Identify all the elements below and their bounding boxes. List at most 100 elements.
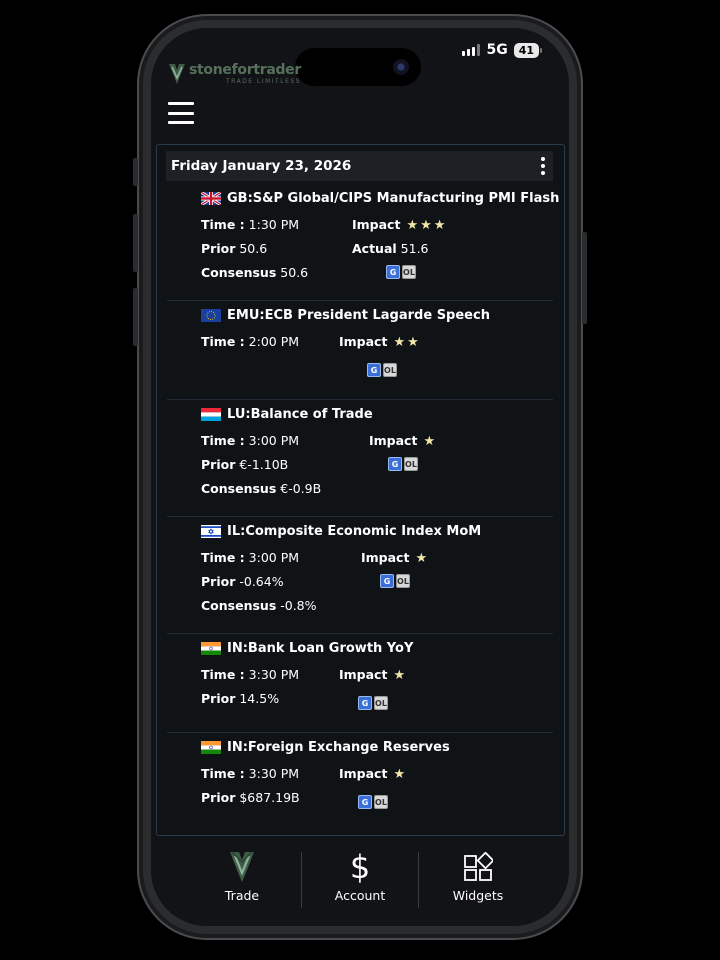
outlook-calendar-icon[interactable]: OL (402, 265, 416, 279)
event-title: GB:S&P Global/CIPS Manufacturing PMI Fla… (227, 191, 560, 206)
phone-power-button (582, 232, 587, 324)
impact-stars-icon: ★ (393, 668, 408, 683)
eu-flag-icon (201, 309, 221, 322)
luxembourg-flag-icon (201, 408, 221, 421)
consensus-label: Consensus (201, 481, 277, 496)
impact-label: Impact (339, 766, 388, 781)
tab-trade[interactable]: Trade (187, 850, 297, 903)
actual-label: Actual (352, 241, 397, 256)
impact-stars-icon: ★ (393, 767, 408, 782)
india-flag-icon (201, 642, 221, 655)
impact-label: Impact (339, 667, 388, 682)
event-item[interactable]: GB:S&P Global/CIPS Manufacturing PMI Fla… (201, 191, 561, 280)
event-time: 3:00 PM (248, 433, 300, 448)
network-type: 5G (486, 42, 508, 58)
calendar-date: Friday January 23, 2026 (171, 158, 352, 174)
time-label: Time : (201, 433, 245, 448)
time-label: Time : (201, 667, 245, 682)
impact-label: Impact (352, 217, 401, 232)
economic-calendar-card: Friday January 23, 2026 GB:S&P Global/CI… (156, 144, 565, 836)
time-label: Time : (201, 766, 245, 781)
event-time: 3:30 PM (248, 667, 300, 682)
consensus-label: Consensus (201, 598, 277, 613)
phone-side-button (133, 158, 138, 186)
outlook-calendar-icon[interactable]: OL (396, 574, 410, 588)
impact-stars-icon: ★ (423, 434, 438, 449)
event-divider (167, 732, 553, 733)
prior-value: $687.19B (239, 790, 300, 805)
prior-label: Prior (201, 691, 236, 706)
outlook-calendar-icon[interactable]: OL (383, 363, 397, 377)
tab-widgets[interactable]: Widgets (423, 850, 533, 903)
consensus-value: 50.6 (280, 265, 309, 280)
outlook-calendar-icon[interactable]: OL (374, 795, 388, 809)
outlook-calendar-icon[interactable]: OL (374, 696, 388, 710)
event-divider (167, 399, 553, 400)
tab-account[interactable]: $ Account (305, 850, 415, 903)
google-calendar-icon[interactable]: G (388, 457, 402, 471)
prior-value: 14.5% (239, 691, 280, 706)
event-item[interactable]: IN:Bank Loan Growth YoY Time : 3:30 PM I… (201, 641, 561, 710)
event-item[interactable]: EMU:ECB President Lagarde Speech Time : … (201, 308, 561, 377)
google-calendar-icon[interactable]: G (358, 696, 372, 710)
prior-value: -0.64% (239, 574, 284, 589)
impact-label: Impact (369, 433, 418, 448)
impact-label: Impact (361, 550, 410, 565)
menu-icon[interactable] (168, 102, 194, 124)
event-title: EMU:ECB President Lagarde Speech (227, 308, 490, 323)
consensus-value: €-0.9B (280, 481, 322, 496)
time-label: Time : (201, 217, 245, 232)
event-time: 3:00 PM (248, 550, 300, 565)
impact-stars-icon: ★★★ (406, 218, 448, 233)
google-calendar-icon[interactable]: G (358, 795, 372, 809)
google-calendar-icon[interactable]: G (386, 265, 400, 279)
event-item[interactable]: IL:Composite Economic Index MoM Time : 3… (201, 524, 561, 613)
tab-divider (301, 852, 302, 908)
consensus-label: Consensus (201, 265, 277, 280)
brand-name: stonefortrader (189, 62, 301, 78)
phone-volume-down-button (133, 288, 138, 346)
event-item[interactable]: LU:Balance of Trade Time : 3:00 PM Impac… (201, 407, 561, 496)
event-divider (167, 633, 553, 634)
israel-flag-icon (201, 525, 221, 538)
phone-volume-up-button (133, 214, 138, 272)
calendar-date-header: Friday January 23, 2026 (166, 151, 553, 181)
google-calendar-icon[interactable]: G (380, 574, 394, 588)
status-bar: 5G 41 (462, 42, 543, 58)
time-label: Time : (201, 334, 245, 349)
signal-icon (462, 44, 481, 56)
india-flag-icon (201, 741, 221, 754)
dollar-icon: $ (349, 848, 371, 886)
tab-label: Widgets (452, 888, 504, 903)
actual-value: 51.6 (400, 241, 429, 256)
brand-tagline: TRADE LIMITLESS (225, 78, 301, 85)
bottom-tab-bar: Trade $ Account Widgets (151, 840, 569, 926)
prior-value: €-1.10B (239, 457, 289, 472)
widgets-icon (464, 852, 493, 881)
event-title: IN:Bank Loan Growth YoY (227, 641, 414, 656)
outlook-calendar-icon[interactable]: OL (404, 457, 418, 471)
prior-label: Prior (201, 241, 236, 256)
google-calendar-icon[interactable]: G (367, 363, 381, 377)
event-title: LU:Balance of Trade (227, 407, 373, 422)
tab-label: Account (334, 888, 386, 903)
battery-icon: 41 (513, 42, 543, 58)
event-time: 2:00 PM (248, 334, 300, 349)
tab-divider (418, 852, 419, 908)
app-screen: 5G 41 stonefortrader TRADE LIMITLESS Fri… (151, 28, 569, 926)
brand-logo[interactable]: stonefortrader TRADE LIMITLESS (168, 62, 301, 86)
event-title: IL:Composite Economic Index MoM (227, 524, 482, 539)
impact-stars-icon: ★ (415, 551, 430, 566)
impact-label: Impact (339, 334, 388, 349)
dynamic-island (295, 48, 421, 86)
event-divider (167, 300, 553, 301)
uk-flag-icon (201, 192, 221, 205)
impact-stars-icon: ★★ (393, 335, 421, 350)
prior-value: 50.6 (239, 241, 268, 256)
camera-icon (393, 59, 409, 75)
event-title: IN:Foreign Exchange Reserves (227, 740, 450, 755)
trade-logo-icon (230, 851, 254, 882)
event-item[interactable]: IN:Foreign Exchange Reserves Time : 3:30… (201, 740, 561, 809)
prior-label: Prior (201, 457, 236, 472)
more-options-icon[interactable] (533, 154, 553, 178)
